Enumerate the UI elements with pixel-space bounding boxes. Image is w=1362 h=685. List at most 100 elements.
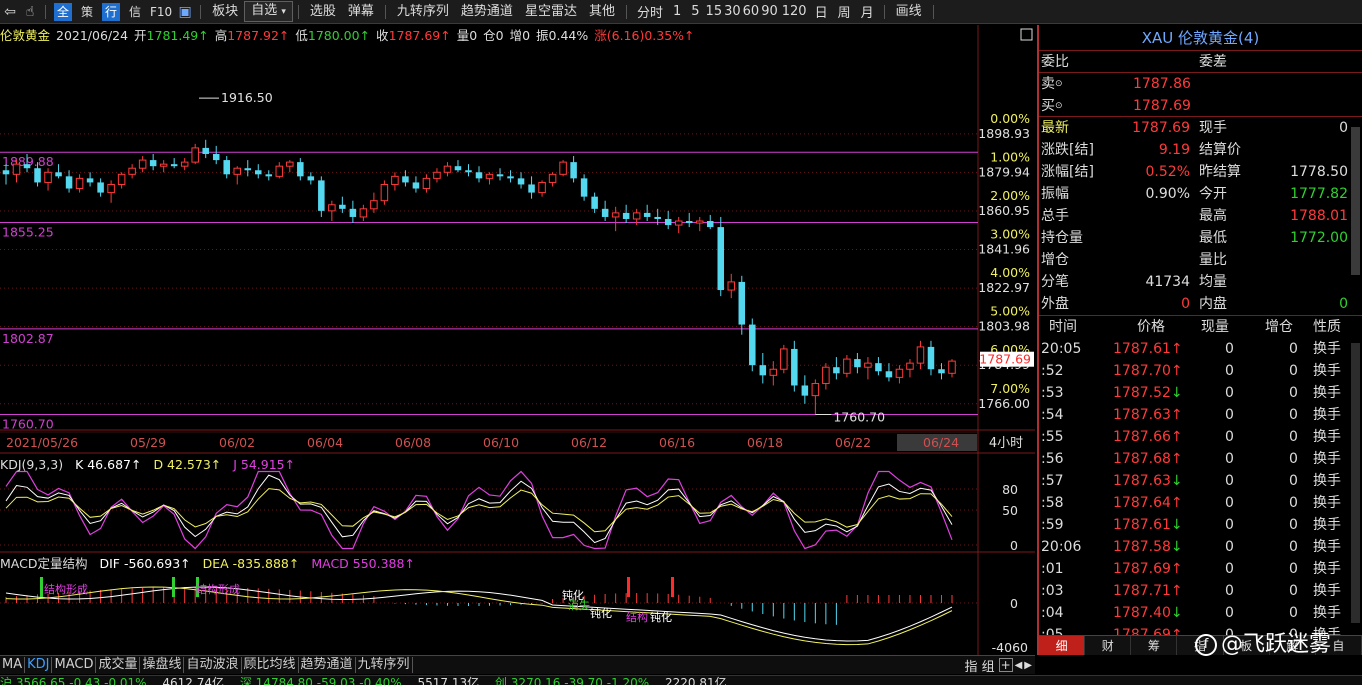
candle-body	[907, 363, 914, 369]
tab-kdj[interactable]: KDJ	[25, 657, 52, 673]
date-axis-label: 06/16	[659, 435, 695, 450]
date-axis-label: 06/24	[923, 435, 959, 450]
tab-chips[interactable]: 筹	[1131, 636, 1177, 655]
quick-strategy-button[interactable]: 策	[78, 3, 96, 21]
sector-button[interactable]: 板块	[206, 1, 244, 23]
window-icon[interactable]: ▣	[175, 4, 195, 20]
period-day[interactable]: 日	[810, 2, 833, 21]
quick-f10-button[interactable]: F10	[150, 3, 172, 21]
price-axis-label: 1822.97	[978, 280, 1030, 295]
up-arrow-icon: ↑	[1171, 363, 1183, 379]
stat-value-change-pct: 0.52%	[1146, 161, 1190, 183]
candle-body	[255, 170, 262, 174]
stat-value-today-open: 1777.82	[1290, 183, 1348, 205]
tab-ma[interactable]: MA	[0, 657, 25, 673]
tab-operation-line[interactable]: 操盘线	[140, 657, 184, 673]
tab-macd[interactable]: MACD	[52, 657, 96, 673]
tick-scrollbar[interactable]	[1351, 343, 1360, 623]
quick-info-button[interactable]: 信	[126, 3, 144, 21]
candle-body	[45, 172, 52, 182]
tick-row: :541787.63↑00换手	[1039, 404, 1362, 426]
period-month[interactable]: 月	[856, 2, 879, 21]
period-5min[interactable]: 5	[686, 4, 704, 19]
date-axis-label: 06/04	[307, 435, 343, 450]
other-menu-button[interactable]: 其他	[583, 1, 621, 23]
period-intraday[interactable]: 分时	[632, 2, 668, 21]
panel-scrollbar[interactable]	[1351, 127, 1360, 275]
candle-body	[844, 359, 851, 373]
tick-volume: 0	[1225, 558, 1234, 580]
trend-channel-button[interactable]: 趋势通道	[455, 1, 519, 23]
tab-guppy-ma[interactable]: 顾比均线	[242, 657, 299, 673]
tab-auto-wave[interactable]: 自动波浪	[184, 657, 241, 673]
period-30min[interactable]: 30	[723, 4, 742, 19]
price-axis-label: 1766.00	[978, 396, 1030, 411]
candle-body	[749, 325, 756, 366]
macd-dif-value: DIF -560.693↑	[99, 556, 190, 571]
macd-annotation: 消失	[568, 598, 590, 612]
tick-row: :551787.66↑00换手	[1039, 426, 1362, 448]
high-label: 高	[215, 28, 228, 43]
period-week[interactable]: 周	[833, 2, 856, 21]
left-arrow-icon[interactable]: ◀	[1015, 660, 1023, 671]
period-label: 4小时	[989, 436, 1023, 451]
tick-price: 1787.64↑	[1113, 492, 1183, 514]
tick-price: 1787.58↓	[1113, 536, 1183, 558]
quick-quote-button[interactable]: 行	[102, 3, 120, 21]
period-90min[interactable]: 90	[760, 4, 779, 19]
open-interest-value: 仓0	[483, 28, 503, 43]
candle-body	[13, 164, 20, 174]
candle-body	[591, 197, 598, 209]
tab-finance[interactable]: 财	[1085, 636, 1131, 655]
high-value: 1787.92↑	[227, 28, 289, 43]
tick-time: :55	[1041, 426, 1064, 448]
indicator-group-button[interactable]: 指 组	[964, 656, 994, 675]
stat-label-change: 涨跌[结]	[1041, 139, 1094, 161]
tick-volume: 0	[1225, 492, 1234, 514]
period-120min[interactable]: 120	[779, 4, 810, 19]
star-radar-button[interactable]: 星空雷达	[519, 1, 583, 23]
macd-annotation: 结构形成	[196, 582, 240, 596]
candle-body	[402, 176, 409, 182]
candle-body	[318, 180, 325, 210]
stat-row: 涨幅[结] 0.52% 昨结算 1778.50	[1039, 161, 1362, 183]
period-15min[interactable]: 15	[705, 4, 724, 19]
up-arrow-icon: ↑	[1171, 451, 1183, 467]
candle-body	[886, 371, 893, 377]
tick-header-price: 价格	[1137, 316, 1165, 338]
tab-detail[interactable]: 细	[1039, 636, 1085, 655]
tick-time: :03	[1041, 580, 1064, 602]
td-sequential-button[interactable]: 九转序列	[391, 1, 455, 23]
watchlist-dropdown[interactable]: 自选 ▾	[244, 1, 293, 22]
quick-all-button[interactable]: 全	[54, 3, 72, 21]
right-arrow-icon[interactable]: ▶	[1024, 660, 1032, 671]
candle-body	[602, 209, 609, 217]
kdj-j-value: J 54.915↑	[233, 457, 295, 472]
hand-pointer-icon[interactable]: ☝	[20, 4, 40, 20]
back-arrow-icon[interactable]: ⇦	[0, 4, 20, 20]
tab-td-sequential[interactable]: 九转序列	[356, 657, 413, 673]
tick-volume: 0	[1225, 448, 1234, 470]
candle-body	[129, 168, 136, 174]
draw-line-button[interactable]: 画线	[890, 1, 928, 23]
kline-chart-area[interactable]: 1898.930.00%1879.941.00%1860.952.00%1841…	[0, 25, 1035, 655]
period-60min[interactable]: 60	[742, 4, 761, 19]
danmaku-button[interactable]: 弹幕	[342, 1, 380, 23]
tick-time: :52	[1041, 360, 1064, 382]
weibi-label: 委比	[1041, 51, 1069, 73]
tick-nature: 换手	[1313, 580, 1341, 602]
open-value: 1781.49↑	[147, 28, 209, 43]
open-label: 开	[134, 28, 147, 43]
candle-body	[696, 221, 703, 223]
tick-time: :53	[1041, 382, 1064, 404]
tick-row: :531787.52↓00换手	[1039, 382, 1362, 404]
tab-trend-channel[interactable]: 趋势通道	[299, 657, 356, 673]
tab-volume[interactable]: 成交量	[96, 657, 140, 673]
tick-row: :011787.69↑00换手	[1039, 558, 1362, 580]
candle-body	[633, 213, 640, 219]
candle-body	[465, 170, 472, 172]
date-axis-label: 2021/05/26	[6, 435, 78, 450]
period-1min[interactable]: 1	[668, 4, 686, 19]
add-icon[interactable]: +	[999, 658, 1013, 672]
stock-picker-button[interactable]: 选股	[304, 1, 342, 23]
